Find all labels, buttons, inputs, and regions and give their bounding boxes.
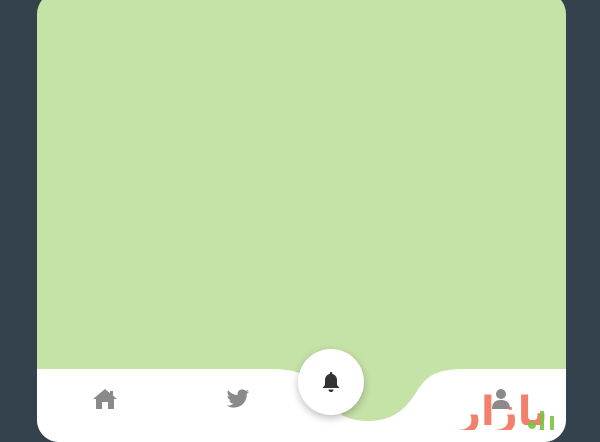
nav-twitter-button[interactable]: [218, 379, 258, 419]
bell-icon: [322, 372, 340, 392]
user-icon: [492, 389, 510, 409]
home-icon: [93, 389, 117, 409]
nav-home-button[interactable]: [85, 379, 125, 419]
twitter-icon: [226, 389, 250, 408]
nav-profile-button[interactable]: [481, 379, 521, 419]
nav-notifications-button[interactable]: [298, 349, 364, 415]
